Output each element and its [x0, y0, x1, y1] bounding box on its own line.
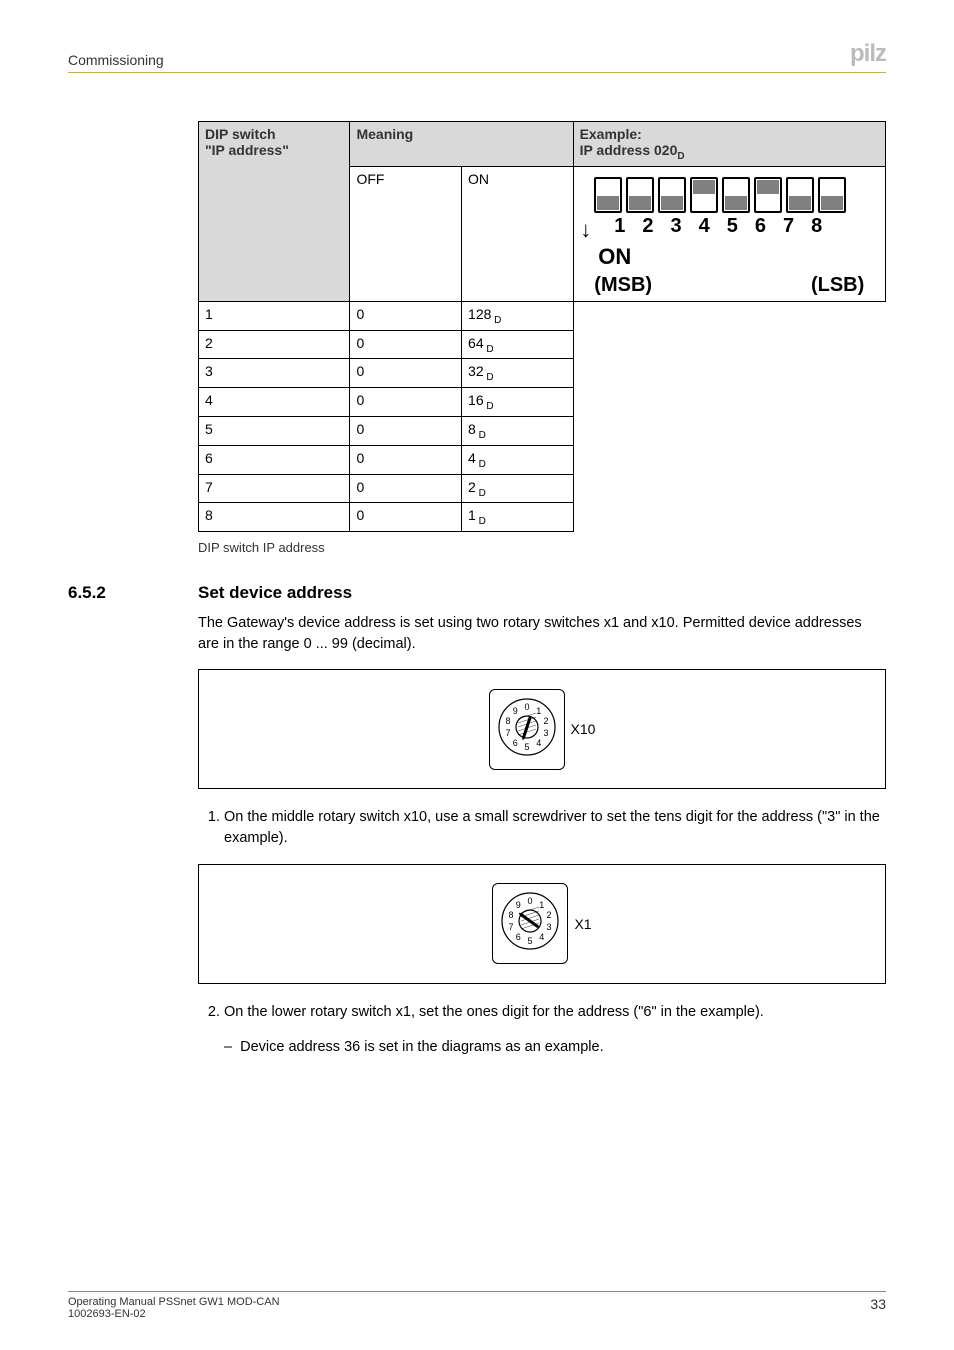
svg-text:0: 0: [528, 896, 533, 906]
dip-slot: [786, 177, 814, 213]
svg-text:6: 6: [512, 738, 517, 748]
svg-text:2: 2: [543, 716, 548, 726]
brand-logo: pilz: [850, 40, 886, 68]
page-header: Commissioning pilz: [68, 40, 886, 73]
msb-label: (MSB): [594, 274, 652, 297]
dip-slot: [722, 177, 750, 213]
cell-on: 128 D: [462, 301, 574, 330]
svg-text:5: 5: [528, 936, 533, 946]
rotary-x10-label: X10: [571, 721, 596, 737]
header-title: Commissioning: [68, 52, 164, 68]
cell-off: 0: [350, 503, 462, 532]
th-example-value: IP address 020: [580, 142, 678, 158]
svg-text:4: 4: [540, 932, 545, 942]
cell-switch: 3: [199, 359, 350, 388]
cell-off: 0: [350, 330, 462, 359]
cell-off: 0: [350, 388, 462, 417]
cell-switch: 8: [199, 503, 350, 532]
cell-on: 16 D: [462, 388, 574, 417]
table-row: 801 D: [199, 503, 886, 532]
footer-line2: 1002693-EN-02: [68, 1308, 280, 1320]
svg-text:8: 8: [509, 910, 514, 920]
cell-off: 0: [350, 416, 462, 445]
svg-text:8: 8: [505, 716, 510, 726]
th-ip-address: "IP address": [205, 142, 343, 158]
svg-text:9: 9: [516, 900, 521, 910]
dip-slot: [818, 177, 846, 213]
down-arrow-icon: ↓: [580, 217, 591, 243]
cell-switch: 2: [199, 330, 350, 359]
th-meaning: Meaning: [350, 122, 573, 167]
th-example: Example:: [580, 126, 879, 142]
dip-switch-example-cell: ↓ 12345678 ON (MSB) (LSB): [573, 166, 885, 301]
cell-on: 1 D: [462, 503, 574, 532]
dip-slot: [626, 177, 654, 213]
cell-on: 8 D: [462, 416, 574, 445]
table-row: 508 D: [199, 416, 886, 445]
svg-text:3: 3: [547, 922, 552, 932]
step-2: On the lower rotary switch x1, set the o…: [224, 1002, 886, 1023]
rotary-switch-x10: 012 34567 89: [489, 689, 565, 770]
rotary-x1-label: X1: [574, 916, 591, 932]
table-row: 2064 D: [199, 330, 886, 359]
table-caption: DIP switch IP address: [198, 540, 886, 555]
cell-switch: 6: [199, 445, 350, 474]
dip-slot: [690, 177, 718, 213]
svg-text:1: 1: [540, 900, 545, 910]
dip-switch-table: DIP switch "IP address" Meaning Example:…: [198, 121, 886, 532]
table-row: 4016 D: [199, 388, 886, 417]
cell-off: 0: [350, 359, 462, 388]
cell-on: 4 D: [462, 445, 574, 474]
col-on: ON: [462, 166, 574, 301]
svg-text:7: 7: [509, 922, 514, 932]
cell-off: 0: [350, 445, 462, 474]
col-off: OFF: [350, 166, 462, 301]
cell-switch: 7: [199, 474, 350, 503]
dip-slot: [658, 177, 686, 213]
svg-text:3: 3: [543, 728, 548, 738]
cell-off: 0: [350, 474, 462, 503]
table-row: 10128 D: [199, 301, 886, 330]
lsb-label: (LSB): [811, 274, 864, 297]
dip-on-label: ON: [598, 244, 864, 270]
section-intro: The Gateway's device address is set usin…: [198, 613, 886, 655]
svg-text:1: 1: [536, 706, 541, 716]
cell-on: 2 D: [462, 474, 574, 503]
cell-off: 0: [350, 301, 462, 330]
svg-text:7: 7: [505, 728, 510, 738]
th-dip-switch: DIP switch: [205, 126, 343, 142]
step-1: On the middle rotary switch x10, use a s…: [224, 807, 886, 849]
cell-on: 32 D: [462, 359, 574, 388]
figure-rotary-x10: 012 34567 89 X10: [198, 669, 886, 789]
cell-switch: 5: [199, 416, 350, 445]
cell-switch: 1: [199, 301, 350, 330]
svg-text:6: 6: [516, 932, 521, 942]
cell-switch: 4: [199, 388, 350, 417]
section-number: 6.5.2: [68, 583, 198, 603]
dip-slot: [594, 177, 622, 213]
table-row: 604 D: [199, 445, 886, 474]
dip-slot: [754, 177, 782, 213]
dip-switch-graphic: ↓ 12345678 ON (MSB) (LSB): [594, 177, 864, 297]
th-example-sub: D: [677, 151, 684, 162]
cell-on: 64 D: [462, 330, 574, 359]
svg-text:2: 2: [547, 910, 552, 920]
rotary-switch-x1: 012 34567 89: [492, 883, 568, 964]
dip-switch-numbers: 12345678: [614, 215, 864, 238]
svg-text:0: 0: [524, 702, 529, 712]
footer-line1: Operating Manual PSSnet GW1 MOD-CAN: [68, 1296, 280, 1308]
figure-rotary-x1: 012 34567 89 X1: [198, 864, 886, 984]
svg-text:5: 5: [524, 742, 529, 752]
table-row: 702 D: [199, 474, 886, 503]
svg-text:9: 9: [512, 706, 517, 716]
page-footer: Operating Manual PSSnet GW1 MOD-CAN 1002…: [68, 1291, 886, 1320]
page-number: 33: [870, 1296, 886, 1320]
table-row: 3032 D: [199, 359, 886, 388]
section-title: Set device address: [198, 583, 352, 603]
svg-text:4: 4: [536, 738, 541, 748]
step-2-sub: – Device address 36 is set in the diagra…: [224, 1037, 886, 1058]
